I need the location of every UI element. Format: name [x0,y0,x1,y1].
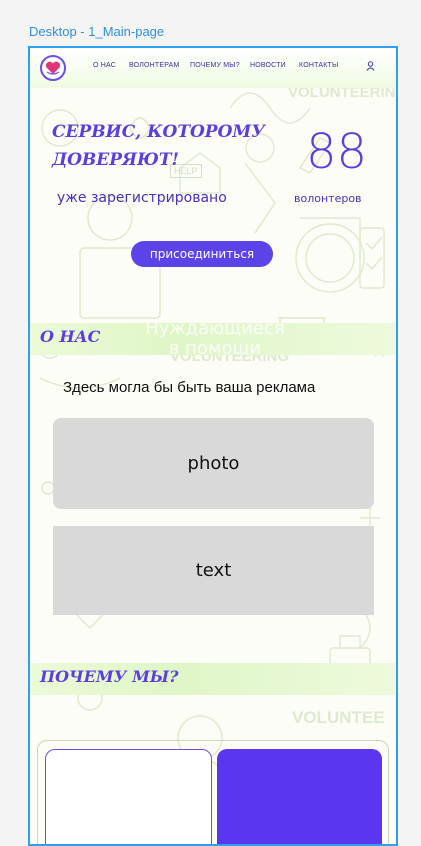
canvas-frame-label: Desktop - 1_Main-page [29,24,165,39]
nav-volunteers[interactable]: ВОЛОНТЕРАМ [129,62,180,69]
hero-subtitle: уже зарегистрировано [57,190,227,206]
heart-logo-icon [45,61,61,75]
about-title: О НАС [40,327,101,346]
logo[interactable] [40,55,66,81]
photo-placeholder: photo [53,418,374,509]
watermark-text: VOLUNTEE [292,708,385,727]
volunteer-counter: 88 [306,124,368,180]
nav-news[interactable]: НОВОСТИ [250,62,286,69]
counter-label: волонтеров [294,192,362,205]
user-icon[interactable] [366,61,375,71]
join-button[interactable]: присоединиться [131,241,273,267]
why-card-highlighted [217,749,382,844]
why-title: ПОЧЕМУ МЫ? [40,667,179,686]
nav-why-us[interactable]: ПОЧЕМУ МЫ? [190,62,240,69]
site-header: О НАС ВОЛОНТЕРАМ ПОЧЕМУ МЫ? НОВОСТИ КОНТ… [30,48,396,88]
main-page-frame: VOLUNTEERING VOLUNTEERING VOLUNTEE HELP … [28,46,398,846]
ad-placeholder-text: Здесь могла бы быть ваша реклама [63,379,316,396]
ghost-heading: Нуждающиеся в помощи [145,318,285,359]
nav-about[interactable]: О НАС [93,62,116,69]
text-placeholder: text [53,526,374,615]
nav-contacts[interactable]: КОНТАКТЫ [299,62,338,69]
hero-title: СЕРВИС, КОТОРОМУ ДОВЕРЯЮТ! [52,122,266,170]
why-card [45,749,212,844]
